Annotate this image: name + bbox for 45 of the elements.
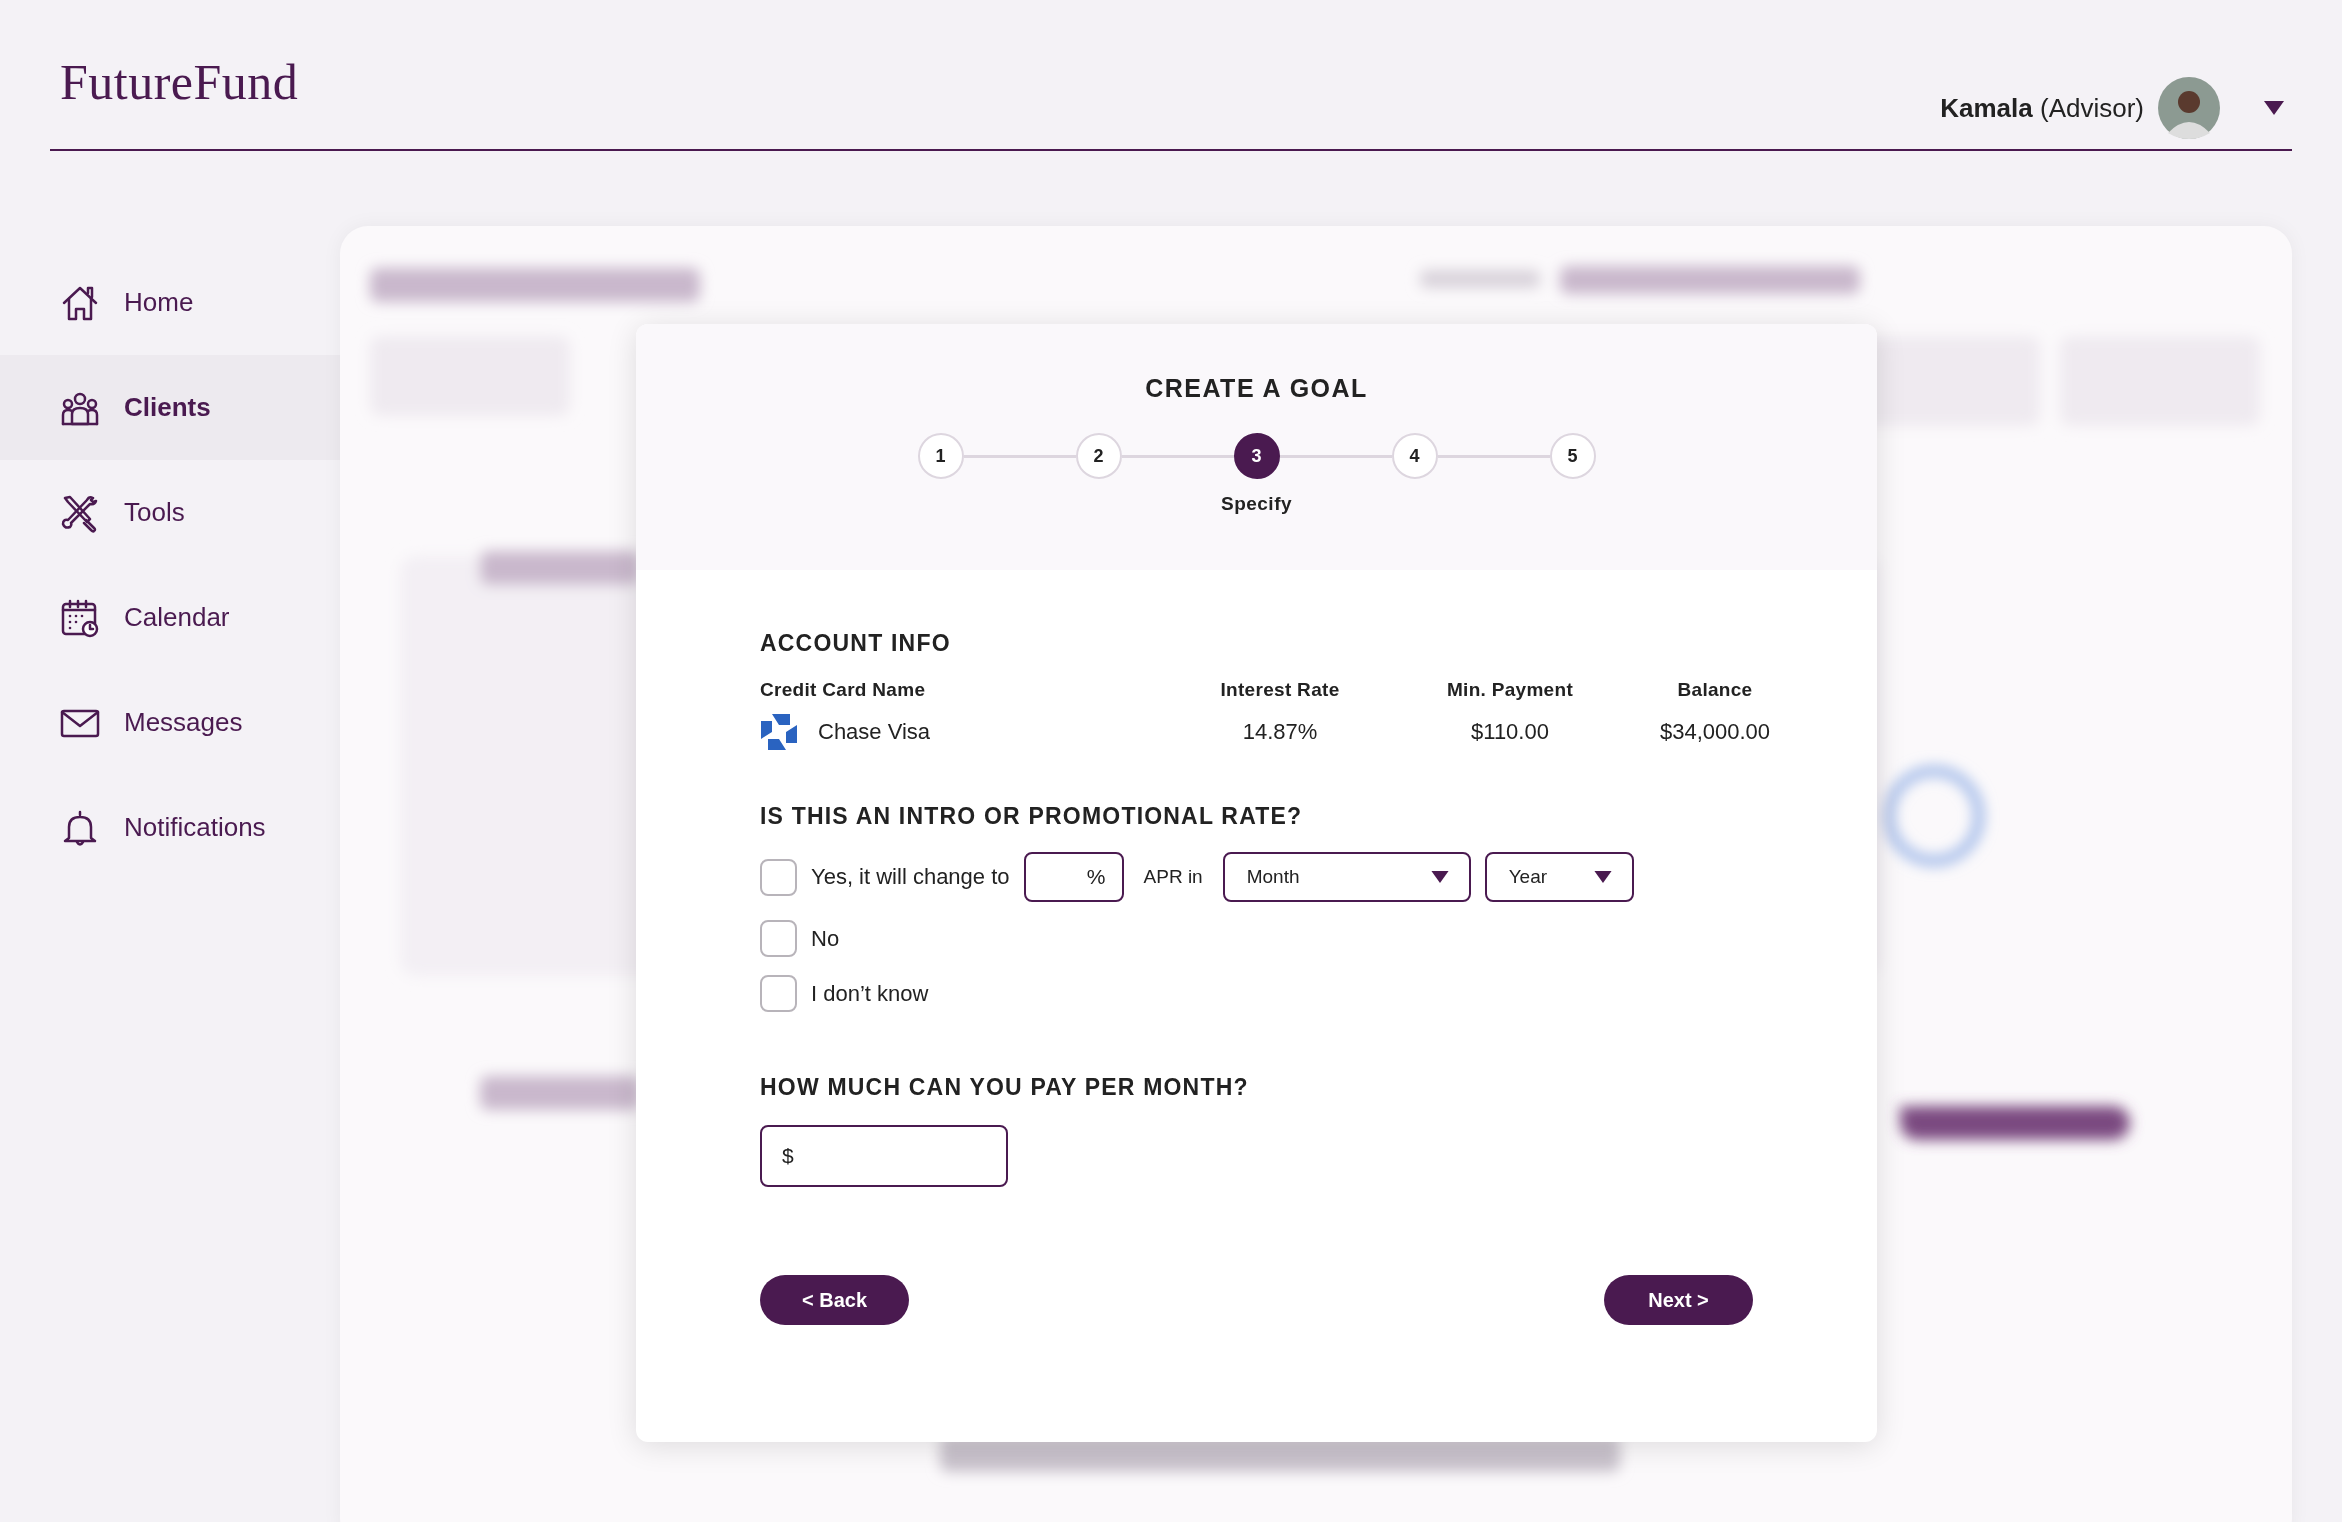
step-indicator: 2 xyxy=(1075,433,1122,479)
dialog-title: CREATE A GOAL xyxy=(1145,374,1368,403)
next-button[interactable]: Next > xyxy=(1604,1275,1753,1325)
step-indicator: 5 xyxy=(1549,433,1596,479)
column-header: Interest Rate xyxy=(1219,679,1341,701)
checkbox[interactable] xyxy=(760,920,797,957)
sidebar-item[interactable]: Messages xyxy=(0,670,340,775)
min-payment: $110.00 xyxy=(1470,719,1550,745)
option-label: I don’t know xyxy=(811,980,929,1007)
section-heading: IS THIS AN INTRO OR PROMOTIONAL RATE? xyxy=(760,803,1304,830)
month-select[interactable]: Month xyxy=(1222,852,1471,902)
rate-field[interactable]: % xyxy=(1023,852,1124,902)
step-label: Specify xyxy=(1220,493,1293,515)
checkbox[interactable] xyxy=(760,975,797,1012)
section-heading: HOW MUCH CAN YOU PAY PER MONTH? xyxy=(760,1074,1250,1101)
caret-icon xyxy=(1430,871,1449,883)
payment-field[interactable]: $ xyxy=(760,1125,1008,1187)
column-header: Credit Card Name xyxy=(760,679,927,701)
sidebar-item[interactable]: Notifications xyxy=(0,775,340,880)
avatar[interactable] xyxy=(2158,77,2220,139)
sidebar-item[interactable]: Tools xyxy=(0,460,340,565)
card-name: Chase Visa xyxy=(818,719,931,745)
section-heading: ACCOUNT INFO xyxy=(760,630,952,657)
caret-icon xyxy=(1593,871,1612,883)
option-label: No xyxy=(811,925,840,952)
user-name: Kamala (Advisor) xyxy=(1940,92,2144,124)
sidebar-item[interactable]: Clients xyxy=(0,355,340,460)
column-header: Min. Payment xyxy=(1445,679,1575,701)
sidebar-item[interactable]: Calendar xyxy=(0,565,340,670)
step-indicator: 1 xyxy=(917,433,964,479)
sidebar-item[interactable]: Home xyxy=(0,250,340,355)
apr-label: APR in xyxy=(1143,866,1203,888)
logo[interactable]: FutureFund xyxy=(60,53,299,139)
bank-logo-icon xyxy=(760,713,798,751)
back-button[interactable]: < Back xyxy=(760,1275,909,1325)
balance: $34,000.00 xyxy=(1658,719,1772,745)
option-label: Yes, it will change to xyxy=(811,864,1010,890)
caret-icon xyxy=(2264,101,2284,115)
step-indicator: 4 xyxy=(1391,433,1438,479)
interest-rate: 14.87% xyxy=(1241,719,1319,745)
calendar-icon xyxy=(60,597,100,638)
checkbox[interactable] xyxy=(760,858,797,896)
year-select[interactable]: Year xyxy=(1484,852,1634,902)
step-indicator: 3 xyxy=(1233,433,1280,479)
column-header: Balance xyxy=(1676,679,1754,701)
